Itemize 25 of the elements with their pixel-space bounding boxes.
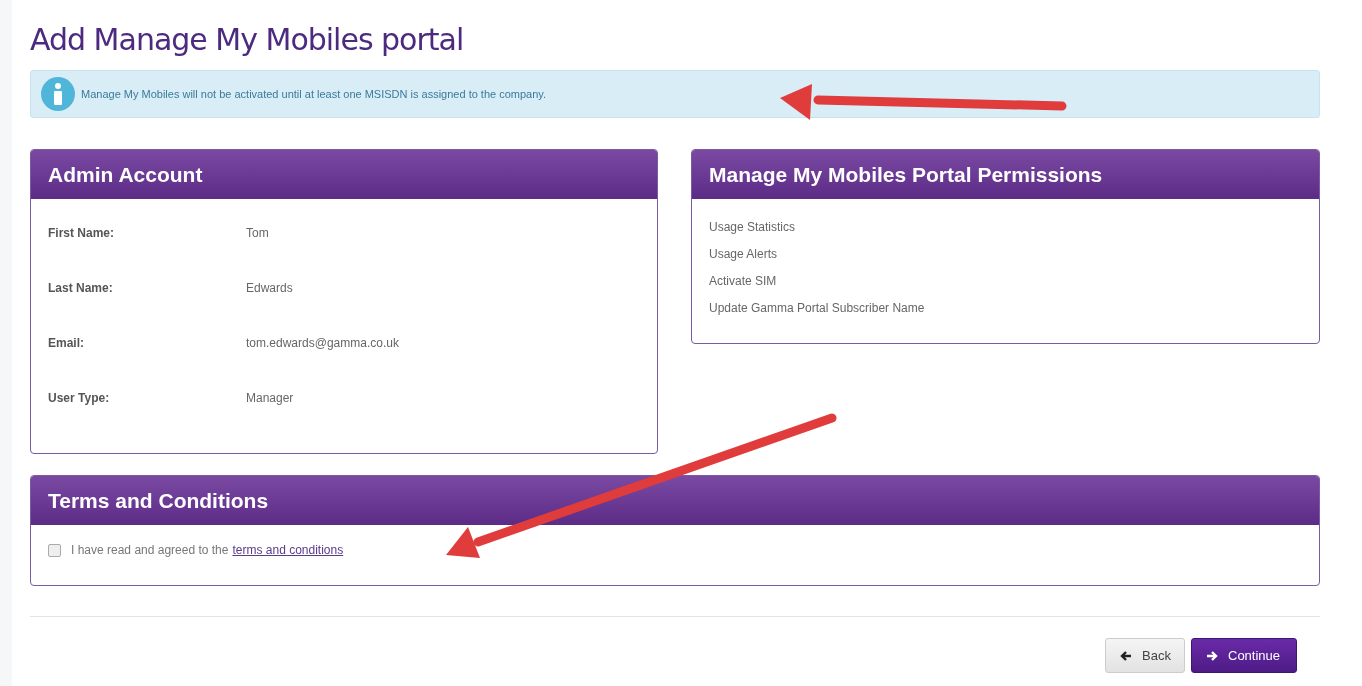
terms-link[interactable]: terms and conditions bbox=[232, 543, 344, 557]
panel-title: Admin Account bbox=[48, 162, 203, 187]
info-icon bbox=[41, 77, 75, 111]
field-label: Last Name: bbox=[48, 281, 114, 297]
arrow-left-icon bbox=[1120, 649, 1132, 662]
permission-item: Activate SIM bbox=[709, 274, 778, 288]
field-label: Email: bbox=[48, 336, 85, 352]
permission-item: Update Gamma Portal Subscriber Name bbox=[709, 301, 926, 315]
permission-item: Usage Statistics bbox=[709, 220, 797, 234]
panel-title: Terms and Conditions bbox=[48, 488, 269, 513]
page-title: Add Manage My Mobiles portal bbox=[30, 21, 465, 59]
field-label: User Type: bbox=[48, 391, 111, 407]
field-value: tom.edwards@gamma.co.uk bbox=[246, 336, 399, 352]
field-value: Tom bbox=[246, 226, 269, 242]
terms-label: I have read and agreed to the bbox=[71, 543, 229, 557]
arrow-right-icon bbox=[1206, 649, 1218, 662]
permission-item: Usage Alerts bbox=[709, 247, 779, 261]
field-value: Manager bbox=[246, 391, 294, 407]
panel-title: Manage My Mobiles Portal Permissions bbox=[709, 162, 1103, 187]
checkbox[interactable] bbox=[48, 543, 61, 557]
back-button[interactable]: Back bbox=[1105, 638, 1185, 673]
field-value: Edwards bbox=[246, 281, 293, 297]
field-label: First Name: bbox=[48, 226, 116, 242]
continue-button[interactable]: Continue bbox=[1191, 638, 1297, 673]
alert-text: Manage My Mobiles will not be activated until at least one MSISDN is assigned to the company. bbox=[81, 88, 547, 100]
